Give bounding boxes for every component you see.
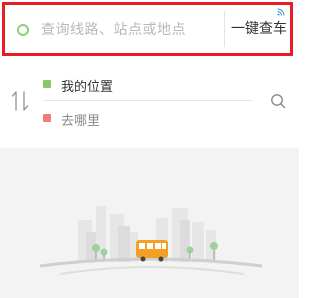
route-panel: 我的位置 去哪里 [0, 66, 299, 136]
origin-label: 我的位置 [61, 80, 114, 95]
origin-marker-icon [43, 80, 51, 88]
location-dot-icon [17, 24, 29, 36]
origin-field[interactable]: 我的位置 [43, 74, 253, 98]
destination-field[interactable]: 去哪里 [43, 108, 253, 132]
city-bus-illustration [0, 148, 299, 298]
one-key-check-bus-button[interactable]: 一键查车 [228, 17, 290, 41]
search-divider [224, 11, 225, 47]
search-icon[interactable] [270, 93, 286, 109]
destination-label: 去哪里 [61, 114, 101, 129]
city-skyline-scene [39, 206, 263, 275]
destination-marker-icon [43, 114, 51, 122]
search-bar[interactable]: 查询线路、站点或地点 一键查车 [2, 2, 293, 56]
route-divider [43, 100, 253, 101]
ad-signal-icon [277, 8, 285, 16]
search-placeholder[interactable]: 查询线路、站点或地点 [41, 19, 186, 39]
swap-direction-icon[interactable] [11, 90, 29, 112]
